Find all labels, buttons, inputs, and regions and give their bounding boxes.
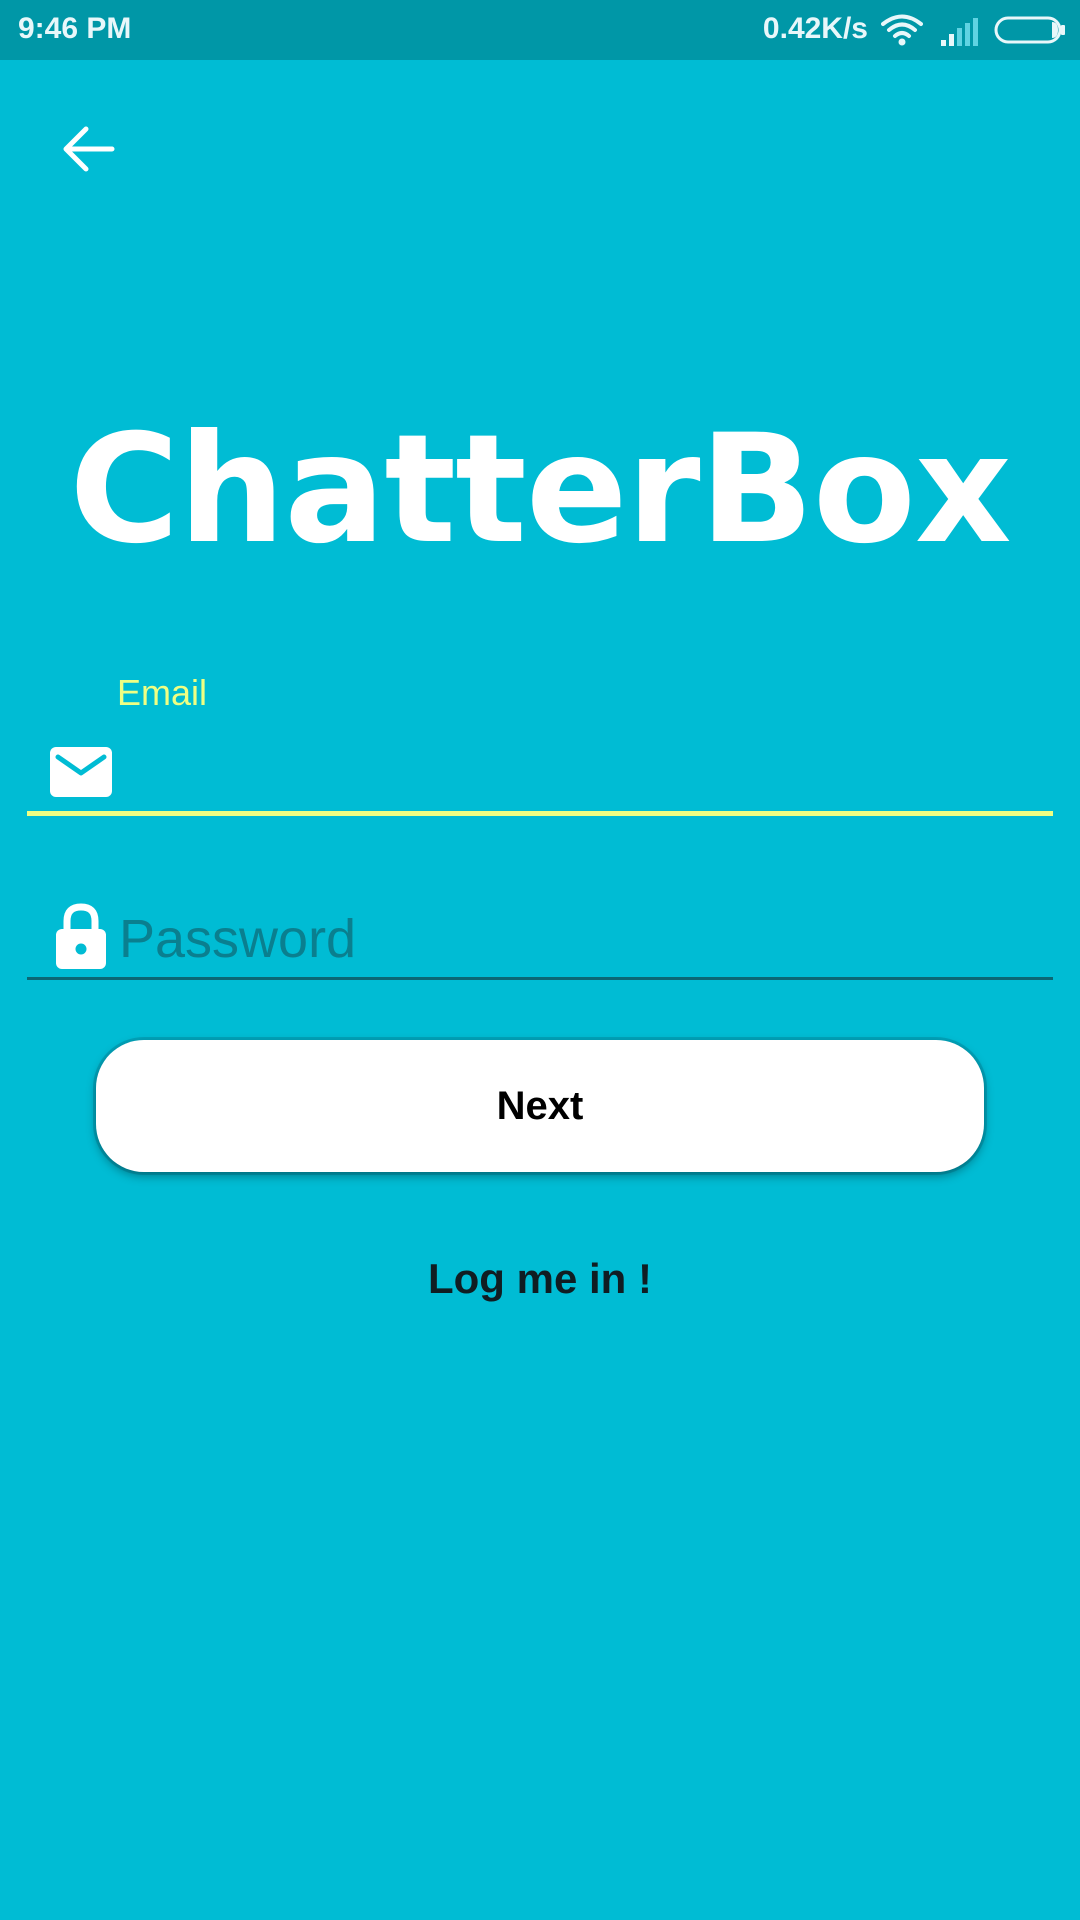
status-bar: 9:46 PM 0.42K/s [0, 0, 1080, 60]
signal-icon [941, 18, 978, 46]
back-button[interactable] [52, 115, 128, 191]
email-input[interactable] [117, 735, 1051, 809]
password-underline [27, 977, 1053, 980]
login-link[interactable]: Log me in ! [0, 1255, 1080, 1303]
login-screen: 9:46 PM 0.42K/s ChatterBox Email Next Lo… [0, 0, 1080, 1920]
wifi-icon [881, 14, 923, 46]
email-underline [27, 811, 1053, 816]
envelope-icon [50, 747, 112, 797]
app-title: ChatterBox [69, 403, 1011, 577]
password-input[interactable] [117, 900, 1051, 977]
status-time: 9:46 PM [18, 12, 132, 45]
lock-icon [56, 903, 106, 969]
next-button[interactable]: Next [96, 1040, 984, 1172]
arrow-left-icon [63, 126, 115, 172]
battery-icon [994, 16, 1065, 44]
email-label: Email [117, 672, 208, 713]
network-speed: 0.42K/s [762, 12, 868, 45]
